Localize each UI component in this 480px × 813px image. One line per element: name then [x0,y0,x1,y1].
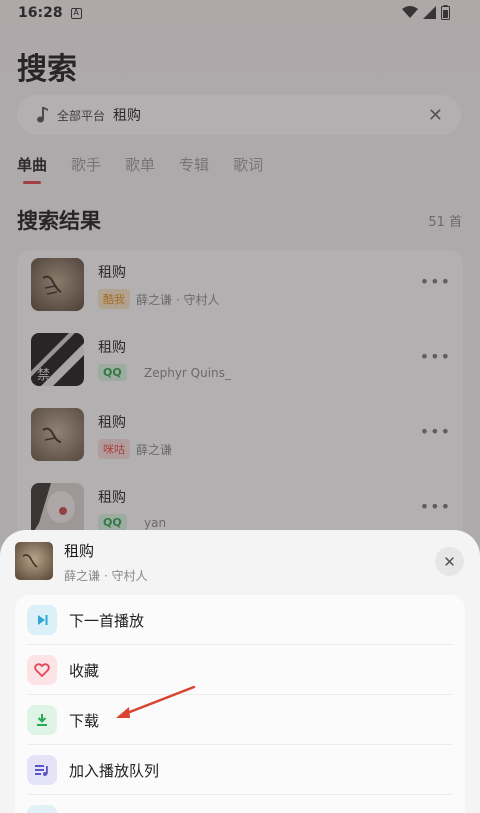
sheet-song-title: 租购 [64,542,95,560]
heart-icon [27,655,57,685]
more-action-icon [27,805,57,813]
action-label: 下载 [69,712,100,730]
action-download[interactable]: 下载 [15,695,465,745]
action-label: 下一首播放 [69,612,145,630]
queue-icon [27,755,57,785]
song-actions-sheet: 租购 薛之谦 · 守村人 ✕ 下一首播放 收藏 下载 加入播放队列 [0,530,480,813]
download-icon [27,705,57,735]
sheet-song-artist: 薛之谦 · 守村人 [64,569,148,583]
close-button[interactable]: ✕ [435,547,464,576]
action-play-next[interactable]: 下一首播放 [15,595,465,645]
annotation-arrow [116,685,196,718]
action-label: 加入播放队列 [69,762,160,780]
action-list: 下一首播放 收藏 下载 加入播放队列 [15,595,465,813]
action-partial[interactable] [15,795,465,813]
close-icon: ✕ [443,552,456,571]
action-label: 收藏 [69,662,100,680]
action-favorite[interactable]: 收藏 [15,645,465,695]
action-add-queue[interactable]: 加入播放队列 [15,745,465,795]
play-next-icon [27,605,57,635]
sheet-album-cover [15,542,53,580]
